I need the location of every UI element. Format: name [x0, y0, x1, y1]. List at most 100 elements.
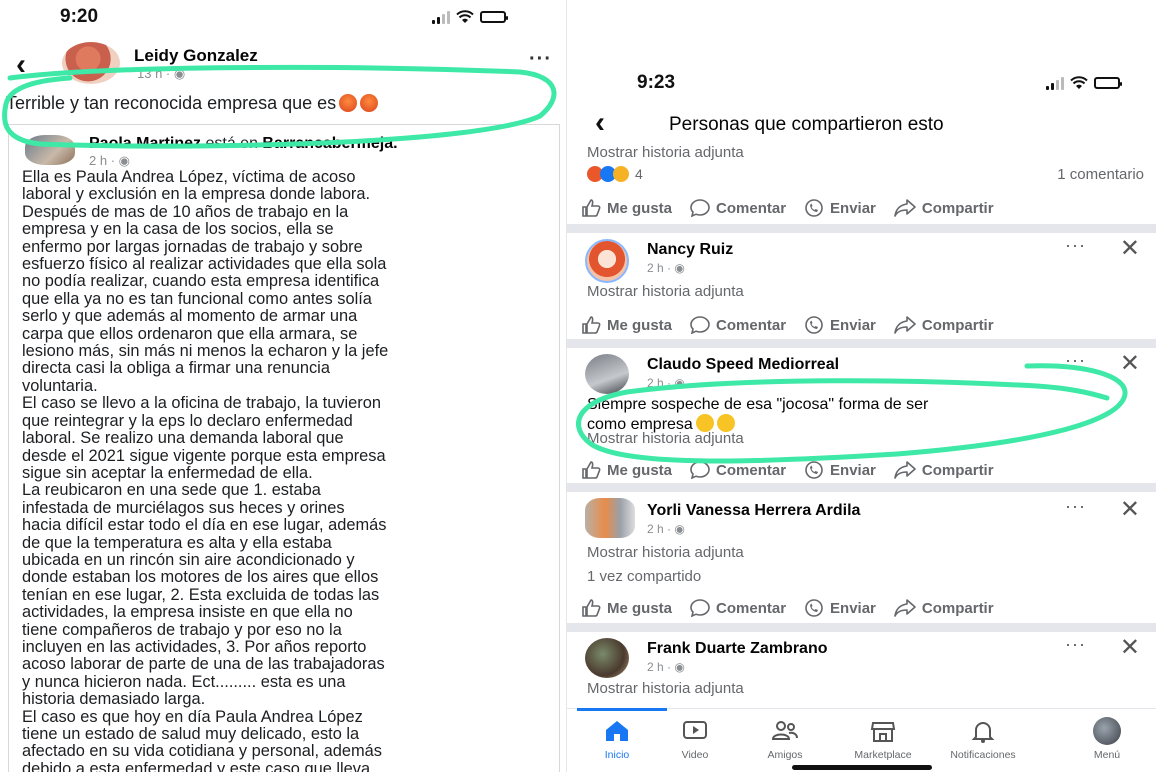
shared-post-line: acoso laborar de parte de una de las tra…	[22, 655, 385, 674]
battery-icon	[1094, 77, 1122, 89]
share-icon	[894, 599, 916, 617]
more-options-icon[interactable]: ···	[1065, 634, 1086, 655]
friends-icon	[735, 717, 835, 745]
shared-author-name[interactable]: Paola Martinez	[89, 135, 201, 152]
avatar[interactable]	[62, 42, 120, 84]
shared-place[interactable]: Barrancabermeja.	[262, 135, 397, 152]
more-options-icon[interactable]: ···	[1065, 496, 1086, 517]
share-button[interactable]: Compartir	[894, 199, 994, 217]
sharer-name[interactable]: Yorli Vanessa Herrera Ardila	[647, 502, 860, 520]
post-author-name[interactable]: Leidy Gonzalez	[134, 46, 258, 66]
share-button[interactable]: Compartir	[894, 461, 994, 479]
tab-video[interactable]: Video	[645, 717, 745, 761]
shared-post-line: afectado en su vida cotidiana y personal…	[22, 742, 382, 761]
avatar[interactable]	[25, 135, 75, 165]
shared-post-line: laboral. Se realizo una demanda laboral …	[22, 429, 344, 448]
shared-post-line: debido a esta enfermedad y este caso que…	[22, 759, 371, 772]
show-story-link[interactable]: Mostrar historia adjunta	[587, 544, 744, 561]
globe-icon: ◉	[173, 66, 186, 81]
share-button[interactable]: Compartir	[894, 316, 994, 334]
avatar[interactable]	[585, 239, 629, 283]
status-icons	[1046, 76, 1122, 90]
send-button[interactable]: Enviar	[804, 199, 876, 217]
back-arrow-icon[interactable]: ‹	[595, 108, 605, 138]
avatar[interactable]	[585, 498, 635, 538]
share-button[interactable]: Compartir	[894, 599, 994, 617]
thumbs-up-icon	[581, 599, 601, 617]
globe-icon: ◉	[118, 153, 130, 168]
like-button[interactable]: Me gusta	[581, 461, 672, 479]
shared-post-line: serlo y que además al momento de armar u…	[22, 307, 358, 326]
close-icon[interactable]: ✕	[1120, 237, 1140, 261]
share-time: 2 h · ◉	[647, 376, 685, 390]
comment-button[interactable]: Comentar	[690, 316, 786, 334]
shared-post-time: 2 h · ◉	[89, 153, 130, 168]
tab-amigos[interactable]: Amigos	[735, 717, 835, 761]
more-options-icon[interactable]: ···	[1065, 235, 1086, 256]
comment-button[interactable]: Comentar	[690, 461, 786, 479]
action-bar: Me gusta Comentar Enviar Compartir	[581, 458, 1156, 482]
status-bar: 9:23	[567, 66, 1156, 100]
shared-post-body: Ella es Paula Andrea López, víctima de a…	[22, 168, 551, 772]
close-icon[interactable]: ✕	[1120, 636, 1140, 660]
comment-button-label: Comentar	[716, 199, 787, 217]
shared-post-line: laboral y exclusión en la empresa donde …	[22, 185, 371, 204]
share-icon	[894, 199, 916, 217]
like-button-label: Me gusta	[607, 316, 673, 334]
share-button-label: Compartir	[921, 316, 994, 334]
action-bar: Me gusta Comentar Enviar Compartir	[581, 313, 1156, 337]
share-time: 2 h · ◉	[647, 522, 685, 536]
comment-button[interactable]: Comentar	[690, 199, 786, 217]
status-time: 9:23	[637, 72, 676, 93]
share-card: Nancy Ruiz 2 h · ◉ ··· ✕ Mostrar histori…	[573, 233, 1156, 338]
close-icon[interactable]: ✕	[1120, 352, 1140, 376]
more-options-icon[interactable]: ···	[529, 48, 552, 71]
reactions-summary[interactable]: 4	[587, 166, 643, 182]
tab-menu[interactable]: Menú	[1057, 717, 1156, 761]
bell-icon	[933, 717, 1033, 745]
comment-count[interactable]: 1 comentario	[1057, 166, 1144, 183]
divider	[567, 483, 1156, 492]
show-story-link[interactable]: Mostrar historia adjunta	[587, 680, 744, 697]
profile-menu-icon	[1057, 717, 1156, 745]
shared-post-line: tiene un estado de salud muy delicado, e…	[22, 725, 360, 743]
shared-post-line: no podía realizar, cuando esta empresa i…	[22, 272, 380, 291]
like-button-label: Me gusta	[607, 461, 673, 479]
signal-icon	[1046, 76, 1064, 90]
close-icon[interactable]: ✕	[1120, 498, 1140, 522]
share-count[interactable]: 1 vez compartido	[587, 568, 701, 585]
status-time: 9:20	[60, 6, 99, 27]
shared-post-line: empresa y en la casa de los socios, ella…	[22, 220, 334, 239]
share-button-label: Compartir	[921, 461, 994, 479]
shared-post-line: Ella es Paula Andrea López, víctima de a…	[22, 168, 356, 186]
like-button[interactable]: Me gusta	[581, 199, 672, 217]
shared-post-line: carpa que ellos ordenaron que ella armar…	[22, 324, 358, 343]
share-icon	[894, 316, 916, 334]
share-time: 2 h · ◉	[647, 261, 685, 275]
like-button[interactable]: Me gusta	[581, 316, 672, 334]
show-story-link[interactable]: Mostrar historia adjunta	[587, 430, 744, 447]
sharer-name[interactable]: Claudo Speed Mediorreal	[647, 356, 839, 374]
send-button[interactable]: Enviar	[804, 461, 876, 479]
tab-marketplace[interactable]: Marketplace	[833, 717, 933, 761]
more-options-icon[interactable]: ···	[1065, 350, 1086, 371]
share-time: 2 h · ◉	[647, 660, 685, 674]
like-button-label: Me gusta	[607, 599, 673, 617]
send-button[interactable]: Enviar	[804, 316, 876, 334]
tab-notificaciones[interactable]: Notificaciones	[933, 717, 1033, 761]
globe-icon: ◉	[674, 522, 685, 536]
shared-post-line: incluyen en las actividades, 3. Por años…	[22, 637, 367, 656]
avatar[interactable]	[585, 354, 629, 394]
like-button[interactable]: Me gusta	[581, 599, 672, 617]
sharer-name[interactable]: Nancy Ruiz	[647, 241, 733, 259]
send-button[interactable]: Enviar	[804, 599, 876, 617]
comment-button[interactable]: Comentar	[690, 599, 786, 617]
shared-post-line: sigue sin aceptar la enfermedad de ella.	[22, 463, 313, 482]
shared-post-header: Paola Martinez está en Barrancabermeja. …	[9, 131, 559, 168]
back-arrow-icon[interactable]: ‹	[16, 50, 26, 80]
show-story-link[interactable]: Mostrar historia adjunta	[587, 283, 744, 300]
show-story-link[interactable]: Mostrar historia adjunta	[587, 144, 744, 161]
sharer-name[interactable]: Frank Duarte Zambrano	[647, 640, 827, 658]
shared-post-line: voluntaria.	[22, 376, 98, 395]
avatar[interactable]	[585, 638, 629, 678]
